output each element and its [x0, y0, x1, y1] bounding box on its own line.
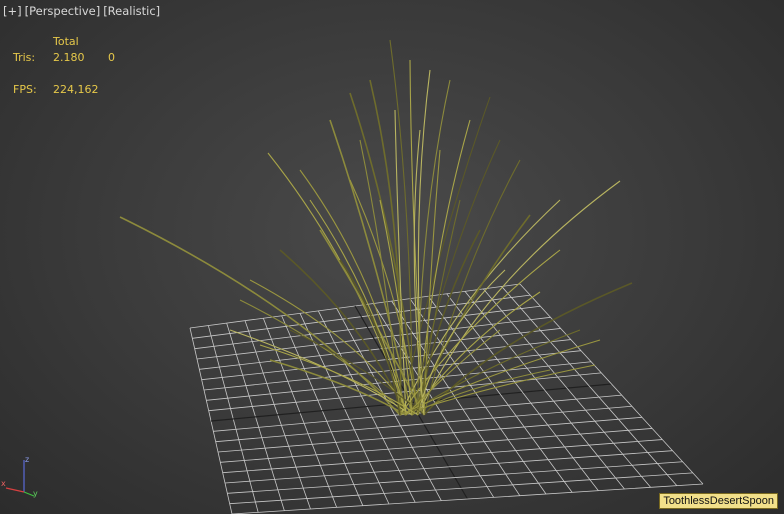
- grid-line: [217, 416, 643, 453]
- axis-y-label: y: [33, 489, 38, 498]
- grid-line: [519, 283, 704, 485]
- stats-tris-selected: 0: [108, 51, 115, 64]
- viewport-view-button[interactable]: [Perspective]: [25, 4, 101, 18]
- grass-blade: [411, 369, 551, 416]
- viewport-shading-button[interactable]: [Realistic]: [103, 4, 160, 18]
- grass-blade: [339, 259, 401, 416]
- axis-x-label: x: [1, 479, 6, 488]
- stats-total-header: Total: [53, 35, 79, 48]
- grass-blade: [417, 180, 621, 416]
- axis-gizmo-icon: z x y: [1, 455, 38, 498]
- grass-blade: [369, 79, 402, 416]
- viewport-menu-button[interactable]: [+]: [3, 4, 22, 18]
- viewport-label: [+] [Perspective] [Realistic]: [3, 4, 160, 18]
- grid-line: [483, 288, 651, 488]
- stats-fps-value: 224,162: [53, 83, 99, 96]
- stats-tris-value: 2.180: [53, 51, 85, 64]
- grass-blade: [239, 299, 407, 416]
- object-name-tooltip: ToothlessDesertSpoon: [659, 493, 778, 509]
- stats-tris-label: Tris:: [13, 51, 36, 64]
- grid-line: [464, 291, 625, 490]
- 3d-viewport[interactable]: z x y: [0, 0, 784, 514]
- stats-fps-label: FPS:: [13, 83, 37, 96]
- grid-line: [501, 286, 678, 486]
- axis-z-label: z: [25, 455, 29, 464]
